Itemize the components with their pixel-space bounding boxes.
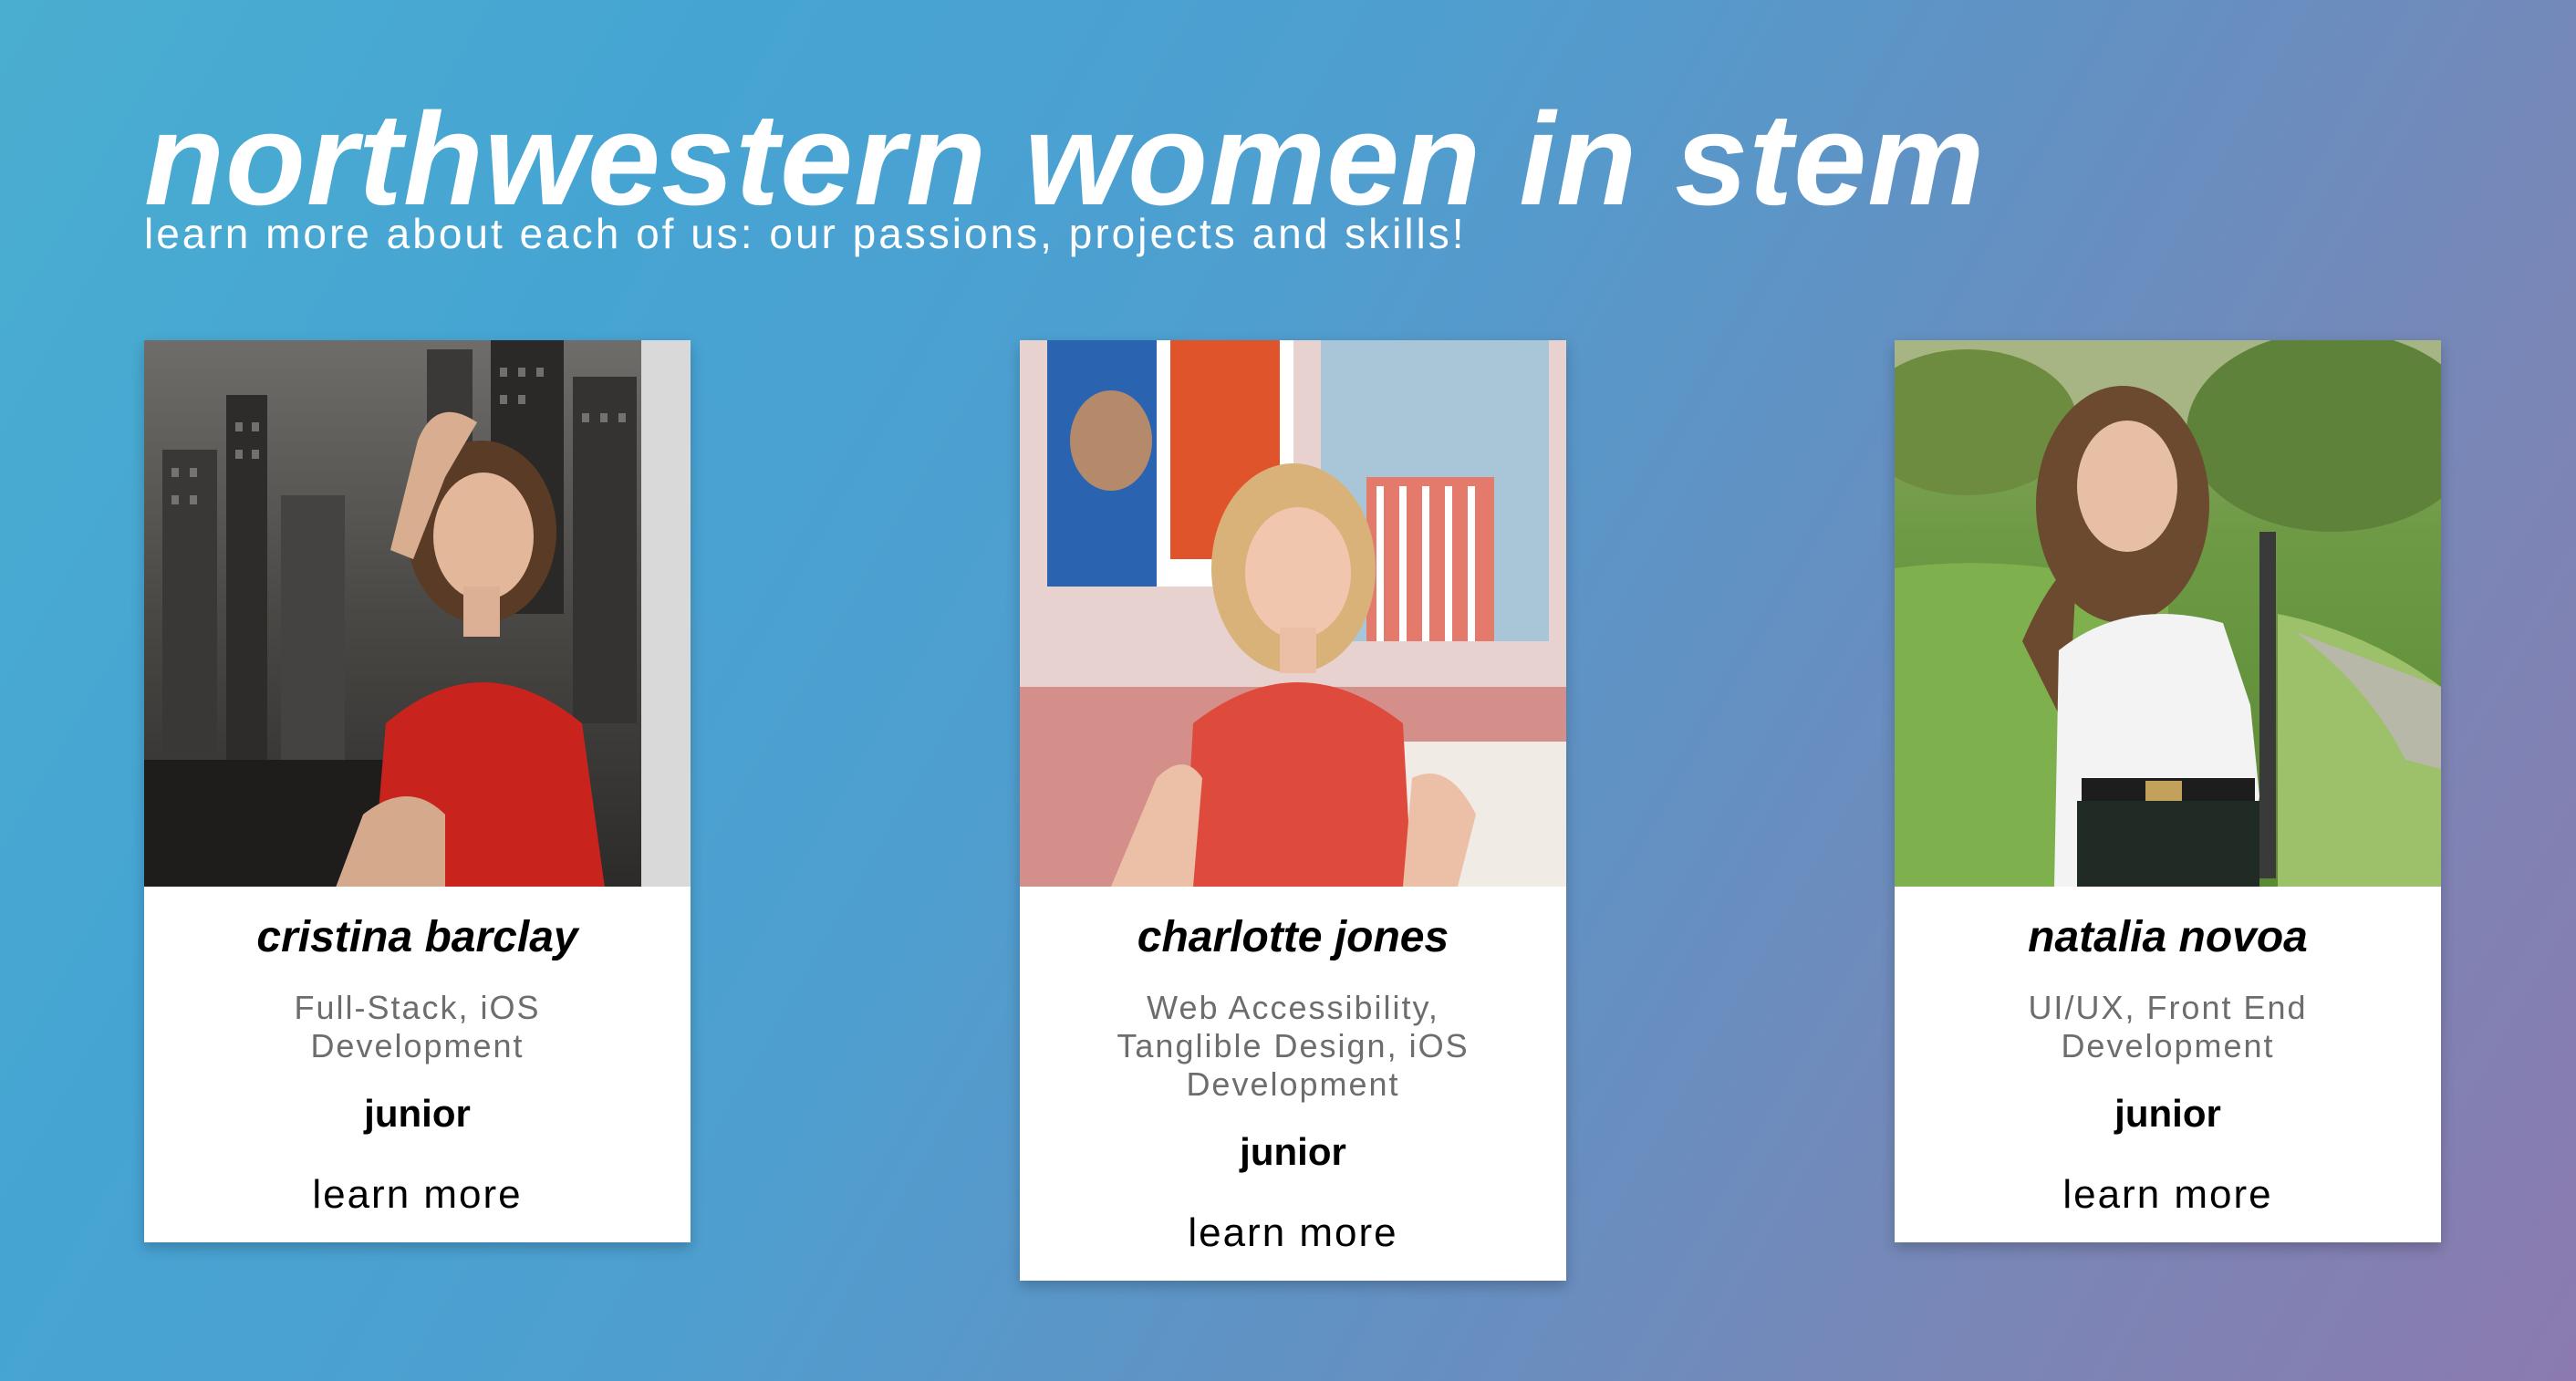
member-skills: Web Accessibility, Tanglible Design, iOS…: [1117, 989, 1470, 1103]
learn-more-link[interactable]: learn more: [144, 1171, 691, 1242]
member-card-charlotte: charlotte jones Web Accessibility, Tangl…: [1020, 340, 1566, 1281]
member-name: cristina barclay: [256, 913, 578, 961]
page-header: northwestern women in stem learn more ab…: [144, 91, 2242, 259]
member-name: charlotte jones: [1137, 913, 1449, 961]
member-card-natalia: natalia novoa UI/UX, Front End Developme…: [1895, 340, 2441, 1242]
learn-more-link[interactable]: learn more: [1020, 1210, 1566, 1281]
member-year: junior: [2114, 1092, 2221, 1135]
member-year: junior: [1240, 1130, 1346, 1173]
learn-more-link[interactable]: learn more: [1895, 1171, 2441, 1242]
member-photo: [1020, 340, 1566, 887]
member-skills: UI/UX, Front End Development: [2028, 989, 2308, 1064]
member-photo: [144, 340, 691, 887]
member-card-cristina: cristina barclay Full-Stack, iOS Develop…: [144, 340, 691, 1242]
member-skills: Full-Stack, iOS Development: [294, 989, 541, 1064]
member-year: junior: [364, 1092, 471, 1135]
member-photo: [1895, 340, 2441, 887]
member-name: natalia novoa: [2028, 913, 2308, 961]
